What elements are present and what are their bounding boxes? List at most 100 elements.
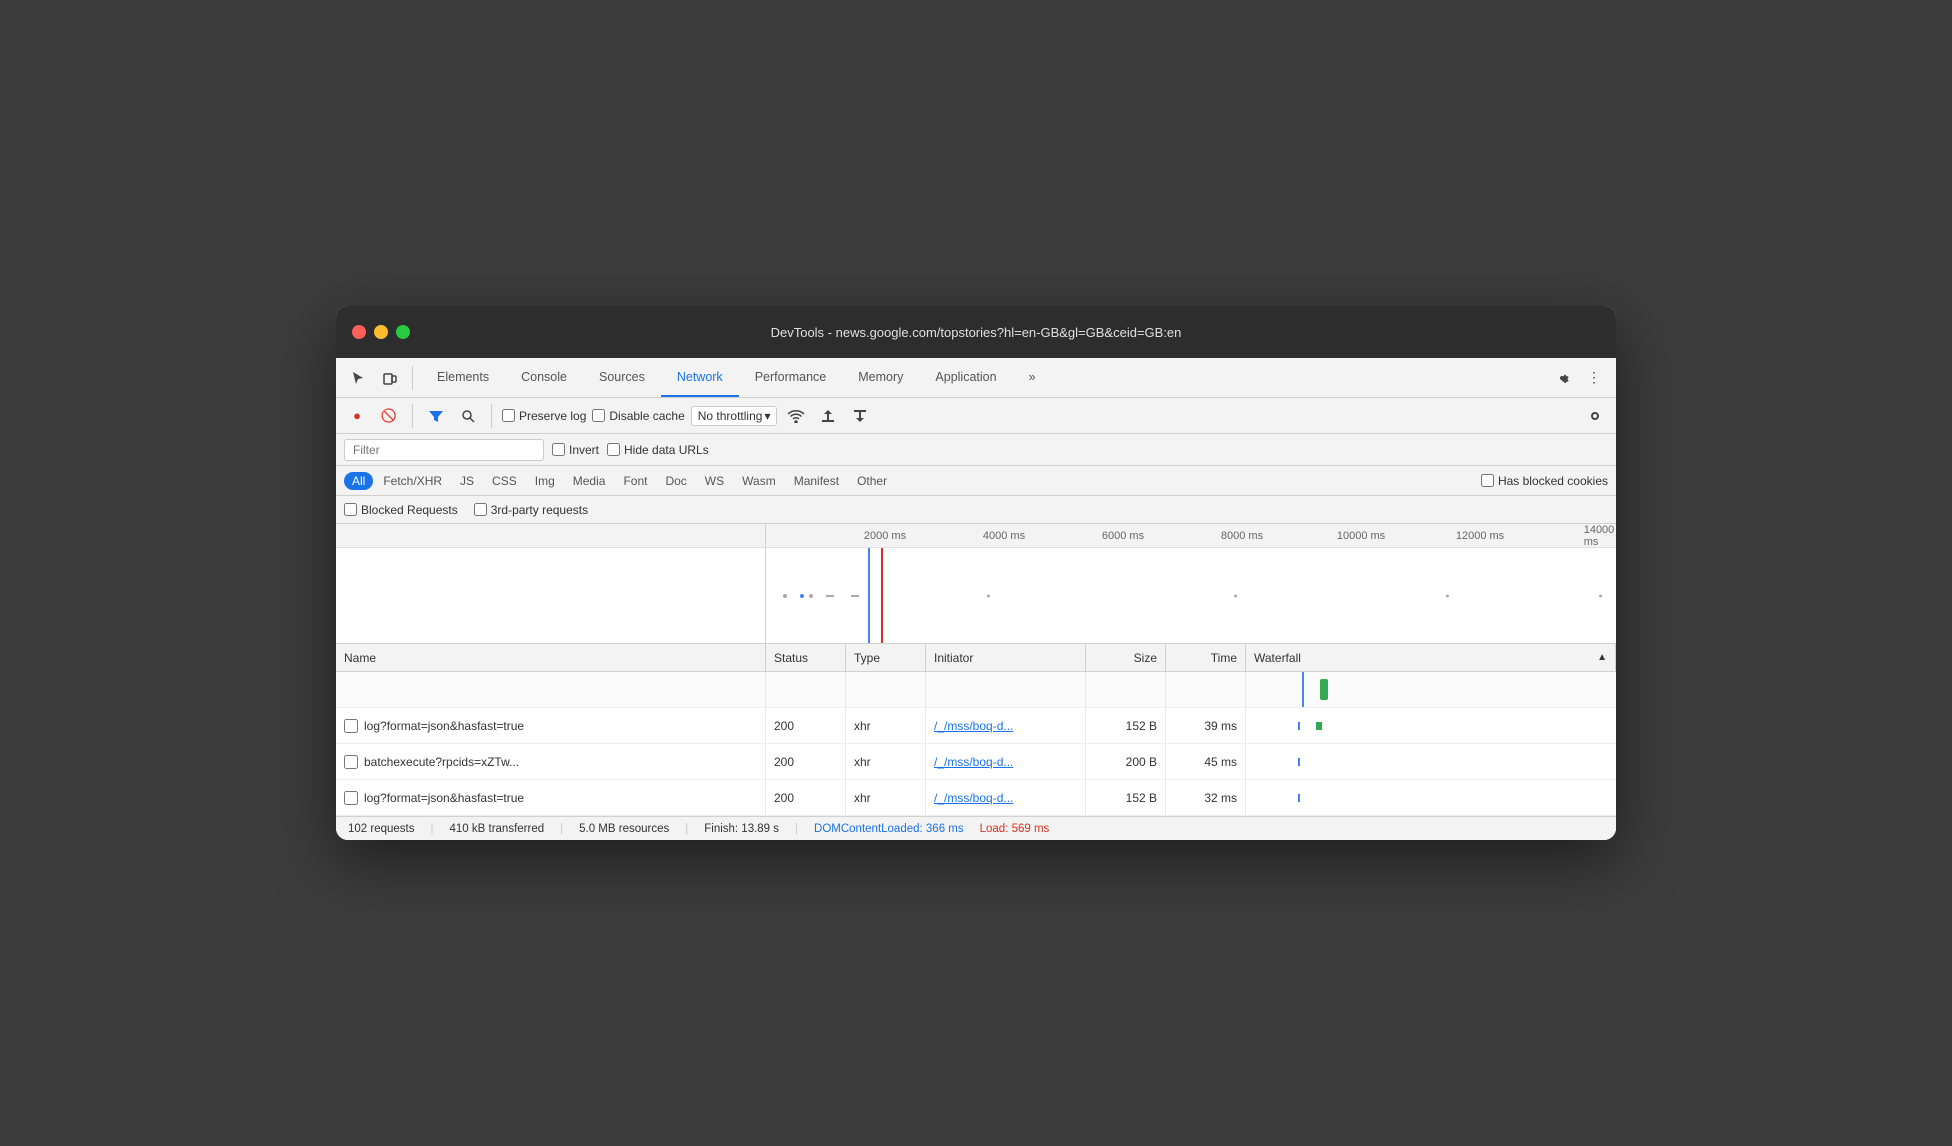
wifi-icon[interactable] <box>783 403 809 429</box>
upload-icon[interactable] <box>815 403 841 429</box>
sort-arrow-icon: ▲ <box>1597 652 1607 663</box>
wf-bar-blue-2 <box>1298 758 1300 766</box>
th-initiator[interactable]: Initiator <box>926 644 1086 671</box>
tab-console[interactable]: Console <box>505 358 583 397</box>
waterfall-marker-row <box>336 672 1616 708</box>
td-initiator-1[interactable]: /_/mss/boq-d... <box>926 708 1086 743</box>
row-checkbox-3[interactable] <box>344 791 358 805</box>
tab-sources[interactable]: Sources <box>583 358 661 397</box>
timeline-dot <box>826 595 834 597</box>
td-size-2: 200 B <box>1086 744 1166 779</box>
type-btn-manifest[interactable]: Manifest <box>786 472 847 490</box>
timeline-chart[interactable] <box>766 548 1616 644</box>
tab-more[interactable]: » <box>1013 358 1052 397</box>
tick-10000: 10000 ms <box>1337 530 1385 542</box>
tab-network[interactable]: Network <box>661 358 739 397</box>
dom-content-loaded-line <box>868 548 870 644</box>
device-toolbar-icon[interactable] <box>376 364 404 392</box>
resource-size: 5.0 MB resources <box>579 823 669 835</box>
filter-input[interactable] <box>344 439 544 461</box>
status-bar: 102 requests | 410 kB transferred | 5.0 … <box>336 816 1616 840</box>
th-waterfall[interactable]: Waterfall ▲ <box>1246 644 1616 671</box>
row-checkbox-1[interactable] <box>344 719 358 733</box>
td-initiator-3[interactable]: /_/mss/boq-d... <box>926 780 1086 815</box>
td-time-empty <box>1166 672 1246 707</box>
clear-button[interactable]: 🚫 <box>376 403 402 429</box>
td-status-empty <box>766 672 846 707</box>
tab-memory[interactable]: Memory <box>842 358 919 397</box>
download-icon[interactable] <box>847 403 873 429</box>
toolbar-divider-1 <box>412 366 413 390</box>
row-checkbox-2[interactable] <box>344 755 358 769</box>
th-type[interactable]: Type <box>846 644 926 671</box>
toolbar-right: ⋮ <box>1548 364 1608 392</box>
traffic-lights <box>352 325 410 339</box>
td-status-3: 200 <box>766 780 846 815</box>
window-title: DevTools - news.google.com/topstories?hl… <box>771 325 1182 340</box>
timeline-dot <box>800 594 804 598</box>
td-name-empty <box>336 672 766 707</box>
type-btn-fetch-xhr[interactable]: Fetch/XHR <box>375 472 450 490</box>
td-time-1: 39 ms <box>1166 708 1246 743</box>
minimize-button[interactable] <box>374 325 388 339</box>
type-btn-css[interactable]: CSS <box>484 472 525 490</box>
tab-application[interactable]: Application <box>919 358 1012 397</box>
th-name[interactable]: Name <box>336 644 766 671</box>
wf-bar-green-1 <box>1316 722 1322 730</box>
tab-elements[interactable]: Elements <box>421 358 505 397</box>
cursor-icon[interactable] <box>344 364 372 392</box>
throttle-select[interactable]: No throttling ▾ <box>691 406 778 426</box>
table-row[interactable]: batchexecute?rpcids=xZTw... 200 xhr /_/m… <box>336 744 1616 780</box>
invert-checkbox[interactable]: Invert <box>552 443 599 457</box>
third-party-checkbox[interactable]: 3rd-party requests <box>474 503 588 517</box>
timeline-ticks: 2000 ms 4000 ms 6000 ms 8000 ms 10000 ms… <box>766 524 1616 547</box>
th-size[interactable]: Size <box>1086 644 1166 671</box>
type-btn-img[interactable]: Img <box>527 472 563 490</box>
tick-12000: 12000 ms <box>1456 530 1504 542</box>
type-filter-right: Has blocked cookies <box>1481 474 1608 488</box>
type-btn-js[interactable]: JS <box>452 472 482 490</box>
th-status[interactable]: Status <box>766 644 846 671</box>
disable-cache-checkbox[interactable]: Disable cache <box>592 409 684 423</box>
table-row[interactable]: log?format=json&hasfast=true 200 xhr /_/… <box>336 708 1616 744</box>
maximize-button[interactable] <box>396 325 410 339</box>
table-row[interactable]: log?format=json&hasfast=true 200 xhr /_/… <box>336 780 1616 816</box>
td-status-2: 200 <box>766 744 846 779</box>
table-header: Name Status Type Initiator Size Time Wat… <box>336 644 1616 672</box>
type-btn-other[interactable]: Other <box>849 472 895 490</box>
has-blocked-cookies-checkbox[interactable]: Has blocked cookies <box>1481 474 1608 488</box>
type-btn-ws[interactable]: WS <box>697 472 732 490</box>
td-waterfall-1 <box>1246 708 1616 743</box>
tick-8000: 8000 ms <box>1221 530 1263 542</box>
filter-icon[interactable] <box>423 403 449 429</box>
hide-data-urls-checkbox[interactable]: Hide data URLs <box>607 443 709 457</box>
blocked-requests-checkbox[interactable]: Blocked Requests <box>344 503 458 517</box>
throttle-dropdown-icon: ▾ <box>764 409 770 423</box>
type-btn-media[interactable]: Media <box>565 472 614 490</box>
wf-bar-blue-1 <box>1298 722 1300 730</box>
close-button[interactable] <box>352 325 366 339</box>
timeline-container: 2000 ms 4000 ms 6000 ms 8000 ms 10000 ms… <box>336 524 1616 644</box>
transferred-size: 410 kB transferred <box>450 823 545 835</box>
tick-6000: 6000 ms <box>1102 530 1144 542</box>
type-btn-all[interactable]: All <box>344 472 373 490</box>
type-btn-wasm[interactable]: Wasm <box>734 472 784 490</box>
devtools-panel: Elements Console Sources Network Perform… <box>336 358 1616 840</box>
settings-icon[interactable] <box>1548 364 1576 392</box>
more-options-icon[interactable]: ⋮ <box>1580 364 1608 392</box>
type-filter-bar: All Fetch/XHR JS CSS Img Media Font Doc … <box>336 466 1616 496</box>
network-settings-icon[interactable] <box>1582 403 1608 429</box>
search-icon[interactable] <box>455 403 481 429</box>
td-initiator-2[interactable]: /_/mss/boq-d... <box>926 744 1086 779</box>
record-button[interactable]: ● <box>344 403 370 429</box>
preserve-log-checkbox[interactable]: Preserve log <box>502 409 586 423</box>
type-btn-font[interactable]: Font <box>615 472 655 490</box>
th-time[interactable]: Time <box>1166 644 1246 671</box>
tab-performance[interactable]: Performance <box>739 358 843 397</box>
load-line <box>881 548 883 644</box>
main-toolbar: Elements Console Sources Network Perform… <box>336 358 1616 398</box>
request-count: 102 requests <box>348 823 415 835</box>
type-btn-doc[interactable]: Doc <box>657 472 694 490</box>
tick-2000: 2000 ms <box>864 530 906 542</box>
timeline-dot <box>1599 595 1602 598</box>
